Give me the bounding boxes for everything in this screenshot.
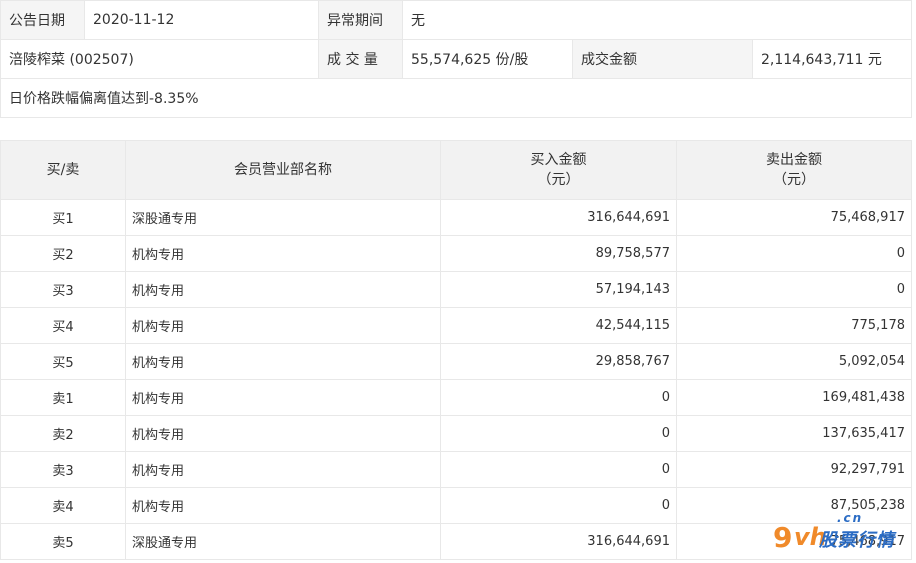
row-sell-amount: 137,635,417 bbox=[676, 415, 912, 452]
header-broker: 会员营业部名称 bbox=[125, 140, 441, 200]
row-buy-amount: 0 bbox=[440, 379, 677, 416]
table-row: 卖4 机构专用 0 87,505,238 bbox=[0, 487, 912, 524]
row-sell-amount: 0 bbox=[676, 235, 912, 272]
row-sell-amount: 775,178 bbox=[676, 307, 912, 344]
table-row: 买1 深股通专用 316,644,691 75,468,917 bbox=[0, 199, 912, 236]
row-buy-amount: 29,858,767 bbox=[440, 343, 677, 380]
info-row-volume: 涪陵榨菜 (002507) 成 交 量 55,574,625 份/股 成交金额 … bbox=[0, 39, 913, 79]
table-row: 买3 机构专用 57,194,143 0 bbox=[0, 271, 912, 308]
abnormal-period-value: 无 bbox=[401, 0, 913, 40]
volume-label: 成 交 量 bbox=[318, 39, 403, 79]
header-buy-amount-title: 买入金额 bbox=[530, 152, 587, 168]
row-buy-amount: 42,544,115 bbox=[440, 307, 677, 344]
row-side: 买2 bbox=[0, 235, 126, 272]
table-row: 卖5 深股通专用 316,644,691 75,468,917 bbox=[0, 523, 912, 560]
row-broker-name: 深股通专用 bbox=[125, 523, 441, 560]
row-side: 卖3 bbox=[0, 451, 126, 488]
stock-name: 涪陵榨菜 (002507) bbox=[0, 39, 319, 79]
row-buy-amount: 316,644,691 bbox=[440, 523, 677, 560]
row-sell-amount: 0 bbox=[676, 271, 912, 308]
row-sell-amount: 92,297,791 bbox=[676, 451, 912, 488]
info-row-date: 公告日期 2020-11-12 异常期间 无 bbox=[0, 0, 913, 40]
row-side: 买4 bbox=[0, 307, 126, 344]
row-sell-amount: 169,481,438 bbox=[676, 379, 912, 416]
row-broker-name: 机构专用 bbox=[125, 415, 441, 452]
table-row: 买2 机构专用 89,758,577 0 bbox=[0, 235, 912, 272]
row-side: 卖1 bbox=[0, 379, 126, 416]
table-row: 卖2 机构专用 0 137,635,417 bbox=[0, 415, 912, 452]
row-broker-name: 机构专用 bbox=[125, 379, 441, 416]
volume-value: 55,574,625 份/股 bbox=[402, 39, 573, 79]
announce-date-value: 2020-11-12 bbox=[84, 0, 319, 40]
row-buy-amount: 0 bbox=[440, 415, 677, 452]
row-side: 卖4 bbox=[0, 487, 126, 524]
row-side: 买1 bbox=[0, 199, 126, 236]
table-row: 卖1 机构专用 0 169,481,438 bbox=[0, 379, 912, 416]
row-buy-amount: 316,644,691 bbox=[440, 199, 677, 236]
row-side: 买5 bbox=[0, 343, 126, 380]
table-row: 卖3 机构专用 0 92,297,791 bbox=[0, 451, 912, 488]
row-broker-name: 机构专用 bbox=[125, 235, 441, 272]
row-sell-amount: 75,468,917 bbox=[676, 199, 912, 236]
announce-date-label: 公告日期 bbox=[0, 0, 85, 40]
row-buy-amount: 0 bbox=[440, 451, 677, 488]
turnover-value: 2,114,643,711 元 bbox=[751, 39, 913, 79]
row-sell-amount: 5,092,054 bbox=[676, 343, 912, 380]
row-broker-name: 机构专用 bbox=[125, 343, 441, 380]
table-header-row: 买/卖 会员营业部名称 买入金额 （元） 卖出金额 （元） bbox=[0, 140, 912, 200]
row-buy-amount: 0 bbox=[440, 487, 677, 524]
row-side: 卖5 bbox=[0, 523, 126, 560]
row-sell-amount: 75,468,917 bbox=[676, 523, 912, 560]
row-side: 卖2 bbox=[0, 415, 126, 452]
row-buy-amount: 89,758,577 bbox=[440, 235, 677, 272]
row-broker-name: 机构专用 bbox=[125, 451, 441, 488]
header-buy-amount: 买入金额 （元） bbox=[440, 140, 677, 200]
broker-trading-table: 买/卖 会员营业部名称 买入金额 （元） 卖出金额 （元） 买1 深股通专用 316… bbox=[0, 140, 912, 560]
listing-reason: 日价格跌幅偏离值达到-8.35% bbox=[0, 78, 913, 118]
table-row: 买5 机构专用 29,858,767 5,092,054 bbox=[0, 343, 912, 380]
row-sell-amount: 87,505,238 bbox=[676, 487, 912, 524]
row-side: 买3 bbox=[0, 271, 126, 308]
stock-info-table: 公告日期 2020-11-12 异常期间 无 涪陵榨菜 (002507) 成 交… bbox=[0, 0, 913, 118]
row-broker-name: 机构专用 bbox=[125, 487, 441, 524]
row-broker-name: 深股通专用 bbox=[125, 199, 441, 236]
info-row-reason: 日价格跌幅偏离值达到-8.35% bbox=[0, 78, 913, 118]
table-row: 买4 机构专用 42,544,115 775,178 bbox=[0, 307, 912, 344]
header-buy-amount-unit: （元） bbox=[537, 172, 580, 188]
row-buy-amount: 57,194,143 bbox=[440, 271, 677, 308]
header-sell-amount: 卖出金额 （元） bbox=[676, 140, 912, 200]
row-broker-name: 机构专用 bbox=[125, 307, 441, 344]
turnover-label: 成交金额 bbox=[572, 39, 753, 79]
row-broker-name: 机构专用 bbox=[125, 271, 441, 308]
header-sell-amount-unit: （元） bbox=[773, 172, 815, 188]
abnormal-period-label: 异常期间 bbox=[318, 0, 403, 40]
header-sell-amount-title: 卖出金额 bbox=[766, 152, 822, 168]
header-side: 买/卖 bbox=[0, 140, 126, 200]
